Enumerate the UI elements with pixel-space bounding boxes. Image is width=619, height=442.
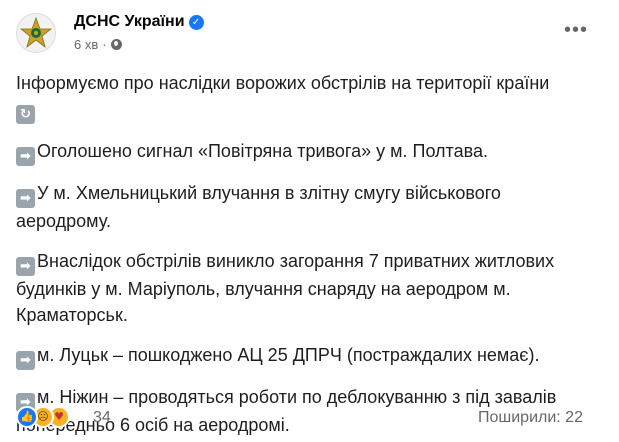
list-item: ➡ м. Луцьк – пошкоджено АЦ 25 ДПРЧ (постр… — [16, 342, 596, 370]
page-avatar[interactable] — [16, 13, 56, 53]
meta-separator: · — [102, 37, 107, 52]
list-item: ➡ Внаслідок обстрілів виникло загорання 7… — [16, 248, 596, 328]
page-name-label[interactable]: ДСНС України — [74, 13, 185, 30]
list-item-text: Внаслідок обстрілів виникло загорання 7 … — [37, 251, 555, 271]
facebook-post: ДСНС України ✓ 6 хв · ••• Інформуємо про н… — [0, 0, 619, 442]
shares-count[interactable]: Поширили: 22 — [478, 408, 583, 428]
list-item: ➡ У м. Хмельницький влучання в злітну сму… — [16, 180, 596, 234]
list-item-text: м. Луцьк – пошкоджено АЦ 25 ДПРЧ (постра… — [37, 345, 540, 365]
list-item: ➡ Оголошено сигнал «Повітряна тривога» у … — [16, 138, 596, 166]
list-item-text: аеродрому. — [16, 211, 111, 231]
post-meta: 6 хв · — [74, 37, 122, 53]
post-text: Інформуємо про наслідки ворожих обстрілі… — [16, 70, 596, 438]
right-arrow-icon: ➡ — [16, 147, 35, 166]
right-arrow-icon: ➡ — [16, 189, 35, 208]
like-reaction-icon: 👍 — [16, 406, 38, 428]
list-item-text: У м. Хмельницький влучання в злітну смуг… — [37, 183, 501, 203]
verified-badge-icon: ✓ — [188, 15, 204, 30]
right-arrow-icon: ➡ — [16, 351, 35, 370]
list-item-text: будинків у м. Маріуполь, влучання снаряд… — [16, 279, 511, 299]
list-item-text: Оголошено сигнал «Повітряна тривога» у м… — [37, 141, 488, 161]
list-item-text: Краматорськ. — [16, 305, 128, 325]
reaction-count[interactable]: 34 — [93, 408, 111, 428]
repeat-icon: ↻ — [16, 105, 35, 124]
dsns-emblem-icon — [19, 16, 53, 49]
post-timestamp[interactable]: 6 хв — [74, 37, 98, 52]
post-intro: Інформуємо про наслідки ворожих обстрілі… — [16, 73, 550, 93]
more-options-button[interactable]: ••• — [560, 18, 592, 42]
page-name[interactable]: ДСНС України ✓ — [74, 12, 204, 32]
list-item-text: м. Ніжин – проводяться роботи по деблоку… — [37, 387, 557, 407]
repeat-icon-line: ↻ — [16, 96, 596, 124]
globe-icon[interactable] — [110, 39, 122, 50]
right-arrow-icon: ➡ — [16, 257, 35, 276]
